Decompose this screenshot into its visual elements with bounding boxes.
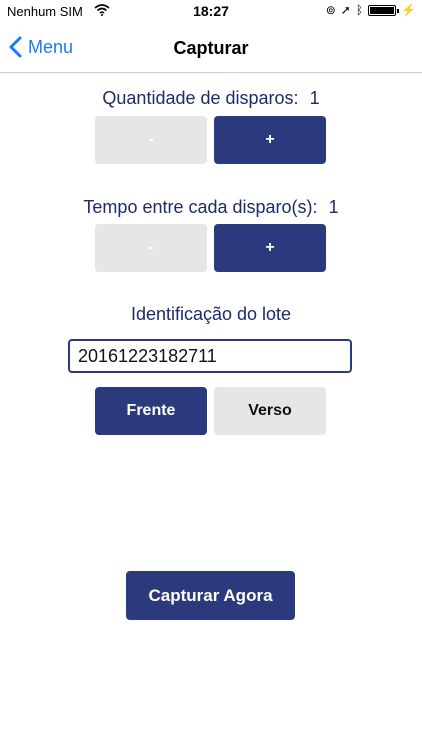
interval-decrement-button[interactable]: -	[95, 224, 207, 272]
shots-label-row: Quantidade de disparos: 1	[0, 88, 422, 109]
shots-decrement-button[interactable]: -	[95, 116, 207, 164]
interval-value: 1	[328, 197, 339, 217]
battery-icon	[368, 4, 400, 16]
back-side-button[interactable]: Verso	[214, 387, 326, 435]
back-side-label: Verso	[248, 402, 292, 419]
batch-id-input[interactable]	[68, 339, 352, 373]
shots-value: 1	[309, 88, 320, 108]
plus-label: +	[265, 239, 275, 256]
batch-label: Identificação do lote	[130, 304, 292, 324]
capture-now-button[interactable]: Capturar Agora	[126, 571, 295, 620]
minus-label: -	[148, 131, 154, 148]
page-title: Capturar	[173, 38, 249, 58]
shots-increment-button[interactable]: +	[214, 116, 326, 164]
front-button[interactable]: Frente	[95, 387, 207, 435]
charging-icon: ⚡	[401, 3, 416, 17]
location-icon: ➚	[340, 3, 351, 17]
bluetooth-icon: ᛒ	[355, 3, 364, 17]
shots-label: Quantidade de disparos:	[102, 88, 299, 108]
plus-label: +	[265, 131, 275, 148]
interval-label: Tempo entre cada disparo(s):	[83, 197, 318, 217]
status-bar: Nenhum SIM 18:27 ⊚ ➚ ᛒ ⚡	[0, 0, 422, 24]
status-icons: ⊚ ➚ ᛒ ⚡	[326, 3, 416, 17]
orientation-lock-icon: ⊚	[325, 3, 336, 17]
interval-label-row: Tempo entre cada disparo(s): 1	[0, 197, 422, 218]
minus-label: -	[148, 239, 154, 256]
capture-now-label: Capturar Agora	[148, 585, 273, 605]
front-label: Frente	[126, 402, 176, 419]
interval-increment-button[interactable]: +	[214, 224, 326, 272]
navigation-bar: Menu Capturar	[0, 24, 422, 73]
